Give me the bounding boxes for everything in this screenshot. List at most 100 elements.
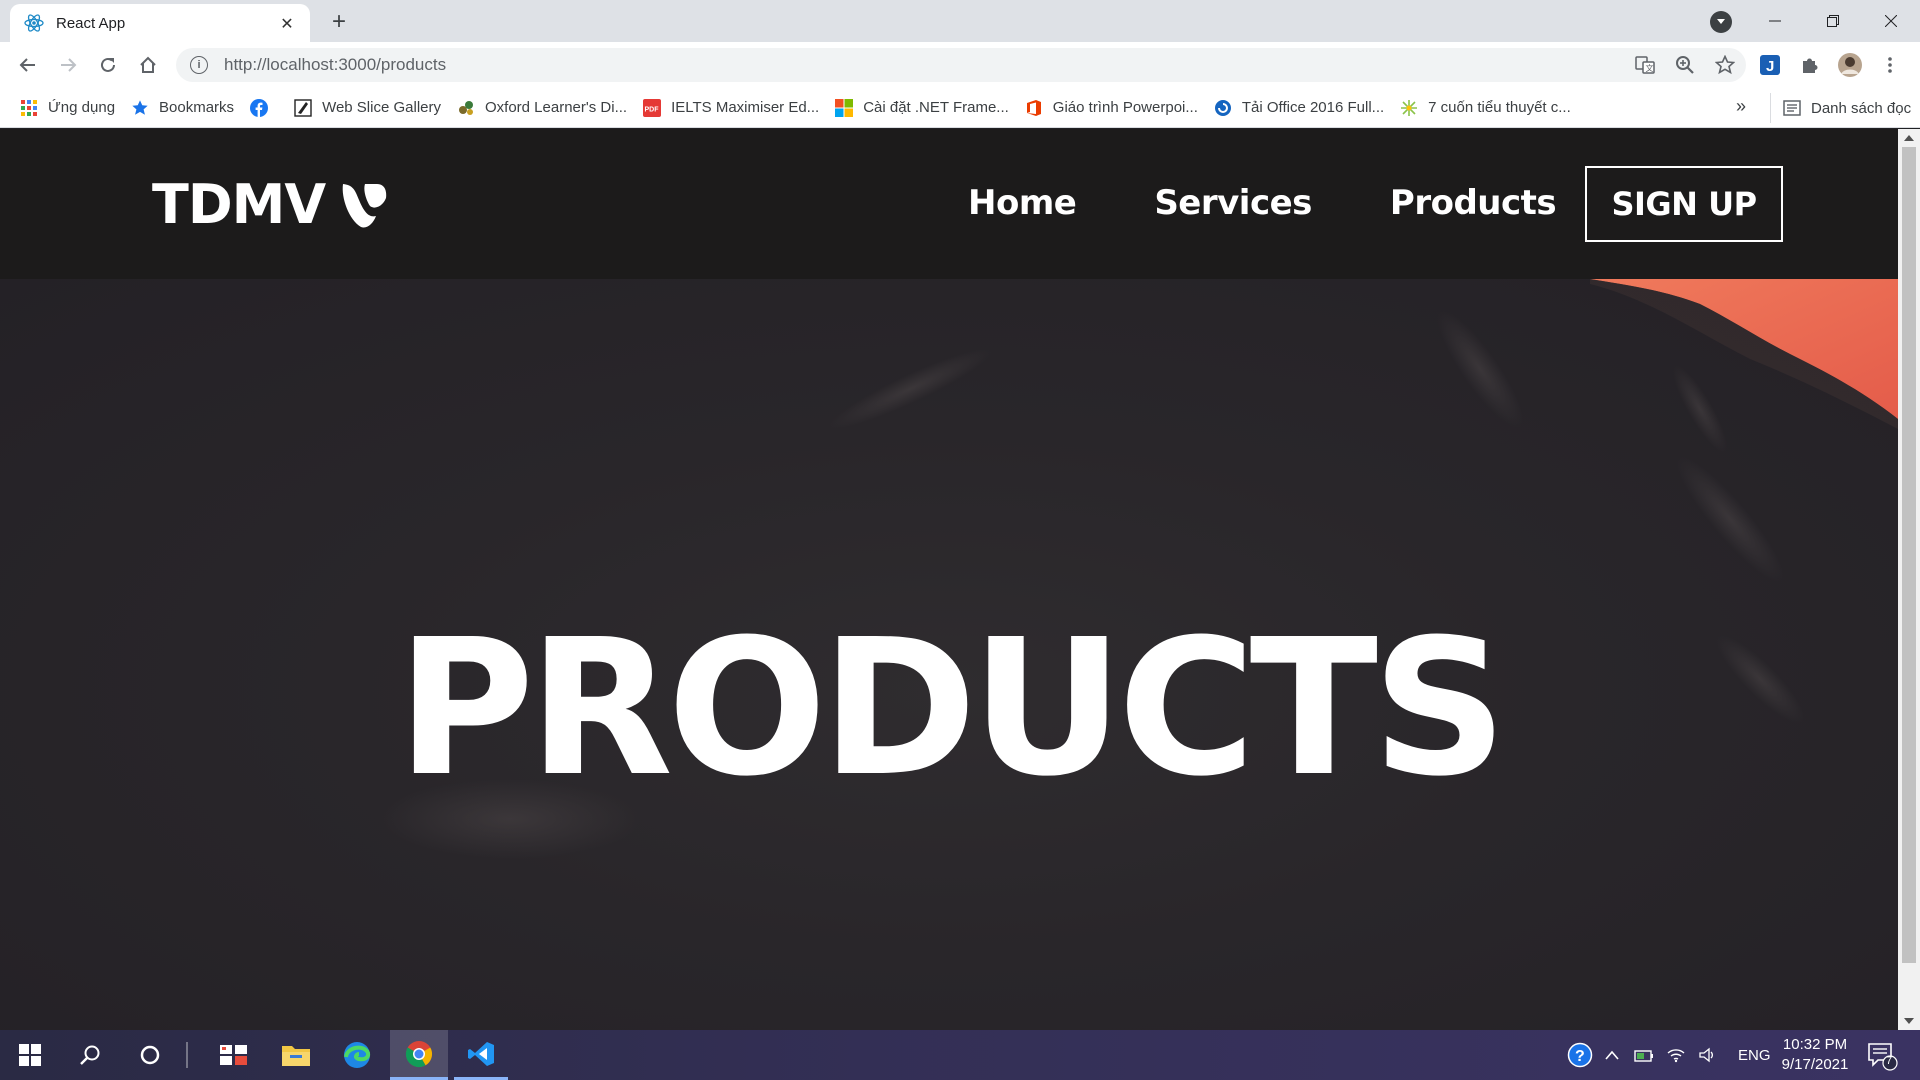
svg-text:?: ? [1575,1048,1585,1065]
facebook-icon [250,98,269,117]
signup-button[interactable]: SIGN UP [1585,166,1783,242]
cortana-icon[interactable] [128,1030,172,1080]
system-tray: ? ENG [1566,1030,1771,1080]
chevron-up-icon[interactable] [1598,1041,1626,1069]
volume-icon[interactable] [1694,1041,1722,1069]
bookmark-novels[interactable]: 7 cuốn tiểu thuyết c... [1398,93,1581,123]
tab-close-icon[interactable]: ✕ [276,12,298,34]
bookmarks-overflow-button[interactable]: » [1736,96,1746,117]
extensions-puzzle-icon[interactable] [1794,49,1826,81]
extension-j-icon[interactable]: J [1754,49,1786,81]
nav-products[interactable]: Products [1390,183,1557,223]
bookmark-label: 7 cuốn tiểu thuyết c... [1428,99,1571,116]
language-indicator[interactable]: ENG [1738,1047,1771,1064]
address-bar[interactable]: i http://localhost:3000/products 文 [176,48,1746,82]
bookmark-facebook[interactable] [248,93,288,123]
svg-text:PDF: PDF [645,106,660,113]
site-info-icon[interactable]: i [190,56,208,74]
close-window-icon[interactable] [1862,0,1920,42]
tab-react-app[interactable]: React App ✕ [10,4,310,42]
web-slice-icon [294,98,312,117]
bookmark-label: Tải Office 2016 Full... [1241,99,1385,116]
bookmark-star-icon[interactable] [1710,50,1740,80]
tab-strip: React App ✕ + [0,0,1920,42]
profile-avatar[interactable] [1834,49,1866,81]
bookmark-bookmarks[interactable]: Bookmarks [129,93,244,123]
battery-icon[interactable] [1630,1041,1658,1069]
zoom-icon[interactable] [1670,50,1700,80]
logo-text: TDMV [152,173,326,236]
window-controls [1746,0,1920,42]
scroll-up-icon[interactable] [1904,135,1914,141]
bookmark-label: Web Slice Gallery [322,99,441,116]
help-icon[interactable]: ? [1566,1041,1594,1069]
reading-list-label: Danh sách đọc [1811,99,1912,117]
bookmark-label: Giáo trình Powerpoi... [1052,99,1198,116]
office-icon [1025,99,1043,117]
svg-text:文: 文 [1646,63,1654,73]
bookmark-powerpoint[interactable]: Giáo trình Powerpoi... [1023,93,1208,123]
scroll-thumb[interactable] [1902,147,1916,963]
bookmark-ielts[interactable]: PDF IELTS Maximiser Ed... [641,93,829,123]
page-scrollbar[interactable] [1898,129,1920,1030]
clock-date: 9/17/2021 [1781,1056,1849,1073]
bookmark-dotnet[interactable]: Cài đặt .NET Frame... [833,93,1019,123]
page-viewport: TDMV Home Services Products SIGN UP PROD… [0,129,1898,1030]
file-explorer-icon[interactable] [272,1030,320,1080]
windows-taskbar: ? ENG 10:32 PM 9/17/2021 7 [0,1030,1920,1080]
windows-start-icon[interactable] [10,1030,50,1080]
bookmark-label: Ứng dụng [48,99,116,116]
search-icon[interactable] [68,1030,112,1080]
restore-icon[interactable] [1804,0,1862,42]
reading-list-icon [1783,99,1801,117]
nav-services[interactable]: Services [1154,183,1312,223]
pdf-icon: PDF [643,98,662,117]
oxford-icon [457,99,475,117]
circle-arrow-icon [1214,99,1232,117]
forward-icon[interactable] [52,49,84,81]
new-tab-button[interactable]: + [326,8,352,35]
minimize-icon[interactable] [1746,0,1804,42]
edge-icon[interactable] [332,1030,382,1080]
site-logo[interactable]: TDMV [152,173,389,236]
react-icon [24,13,44,33]
bookmark-label: Bookmarks [159,99,235,116]
home-icon[interactable] [132,49,164,81]
hero-section: PRODUCTS [0,279,1898,1030]
nav-home[interactable]: Home [968,183,1077,223]
address-url[interactable]: http://localhost:3000/products [224,55,446,75]
reading-list-button[interactable]: Danh sách đọc [1770,93,1911,123]
sparkle-icon [1400,99,1418,117]
tab-title: React App [56,14,126,32]
notification-count: 7 [1886,1055,1893,1067]
bookmark-label: Cài đặt .NET Frame... [863,99,1009,116]
microsoft-icon [835,98,854,117]
nav-links: Home Services Products [968,183,1634,223]
taskbar-clock[interactable]: 10:32 PM 9/17/2021 [1768,1035,1862,1075]
clock-time: 10:32 PM [1782,1036,1848,1053]
notification-center-icon[interactable]: 7 [1864,1038,1898,1072]
menu-kebab-icon[interactable] [1874,49,1906,81]
reload-icon[interactable] [92,49,124,81]
bookmark-apps[interactable]: Ứng dụng [18,93,125,123]
bookmark-web-slice-gallery[interactable]: Web Slice Gallery [292,93,451,123]
translate-icon[interactable]: 文 [1630,50,1660,80]
hero-title: PRODUCTS [396,599,1508,818]
chrome-taskbar-icon[interactable] [390,1030,448,1080]
apps-grid-icon [20,99,38,117]
bookmarks-bar: Ứng dụng Bookmarks Web Slice Gallery Oxf… [0,88,1920,128]
tab-search-icon[interactable] [1710,11,1732,33]
star-icon [131,99,149,117]
task-view-app-icon[interactable] [210,1030,258,1080]
svg-text:J: J [1766,58,1774,75]
browser-toolbar: i http://localhost:3000/products 文 J [0,42,1920,88]
scroll-down-icon[interactable] [1904,1018,1914,1024]
vscode-taskbar-icon[interactable] [454,1030,508,1080]
wifi-icon[interactable] [1662,1041,1690,1069]
typo3-logo-icon [342,183,387,227]
bookmark-label: IELTS Maximiser Ed... [671,99,820,116]
back-icon[interactable] [12,49,44,81]
bookmark-label: Oxford Learner's Di... [485,99,628,116]
bookmark-oxford[interactable]: Oxford Learner's Di... [455,93,637,123]
bookmark-office-2016[interactable]: Tải Office 2016 Full... [1212,93,1394,123]
